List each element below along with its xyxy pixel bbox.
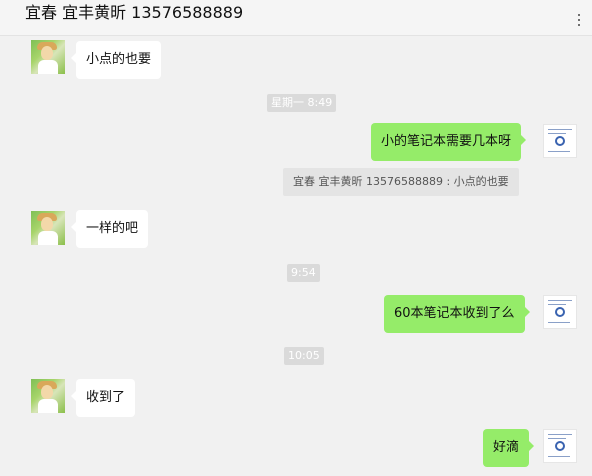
chat-title: 宜春 宜丰黄昕 13576588889: [25, 3, 244, 22]
outgoing-message-bubble[interactable]: 小的笔记本需要几本呀: [371, 123, 527, 161]
outgoing-message-bubble[interactable]: 好滴: [483, 429, 535, 467]
timestamp: 星期一 8:49: [267, 94, 337, 112]
timestamp: 9:54: [287, 264, 320, 282]
contact-avatar[interactable]: [31, 379, 65, 413]
contact-avatar[interactable]: [31, 40, 65, 74]
incoming-message-bubble[interactable]: 一样的吧: [70, 210, 149, 248]
self-avatar[interactable]: [543, 429, 577, 463]
more-vertical-icon[interactable]: [578, 14, 582, 30]
contact-avatar[interactable]: [31, 211, 65, 245]
self-avatar[interactable]: [543, 124, 577, 158]
message-list[interactable]: 小点的也要 星期一 8:49 小的笔记本需要几本呀 宜春 宜丰黄昕 135765…: [0, 36, 592, 476]
incoming-message-bubble[interactable]: 小点的也要: [70, 41, 162, 79]
self-avatar[interactable]: [543, 295, 577, 329]
outgoing-message-bubble[interactable]: 60本笔记本收到了么: [384, 295, 530, 333]
timestamp: 10:05: [284, 347, 324, 365]
quoted-message[interactable]: 宜春 宜丰黄昕 13576588889 : 小点的也要: [283, 168, 519, 196]
incoming-message-bubble[interactable]: 收到了: [70, 379, 136, 417]
chat-header: 宜春 宜丰黄昕 13576588889: [0, 0, 592, 36]
